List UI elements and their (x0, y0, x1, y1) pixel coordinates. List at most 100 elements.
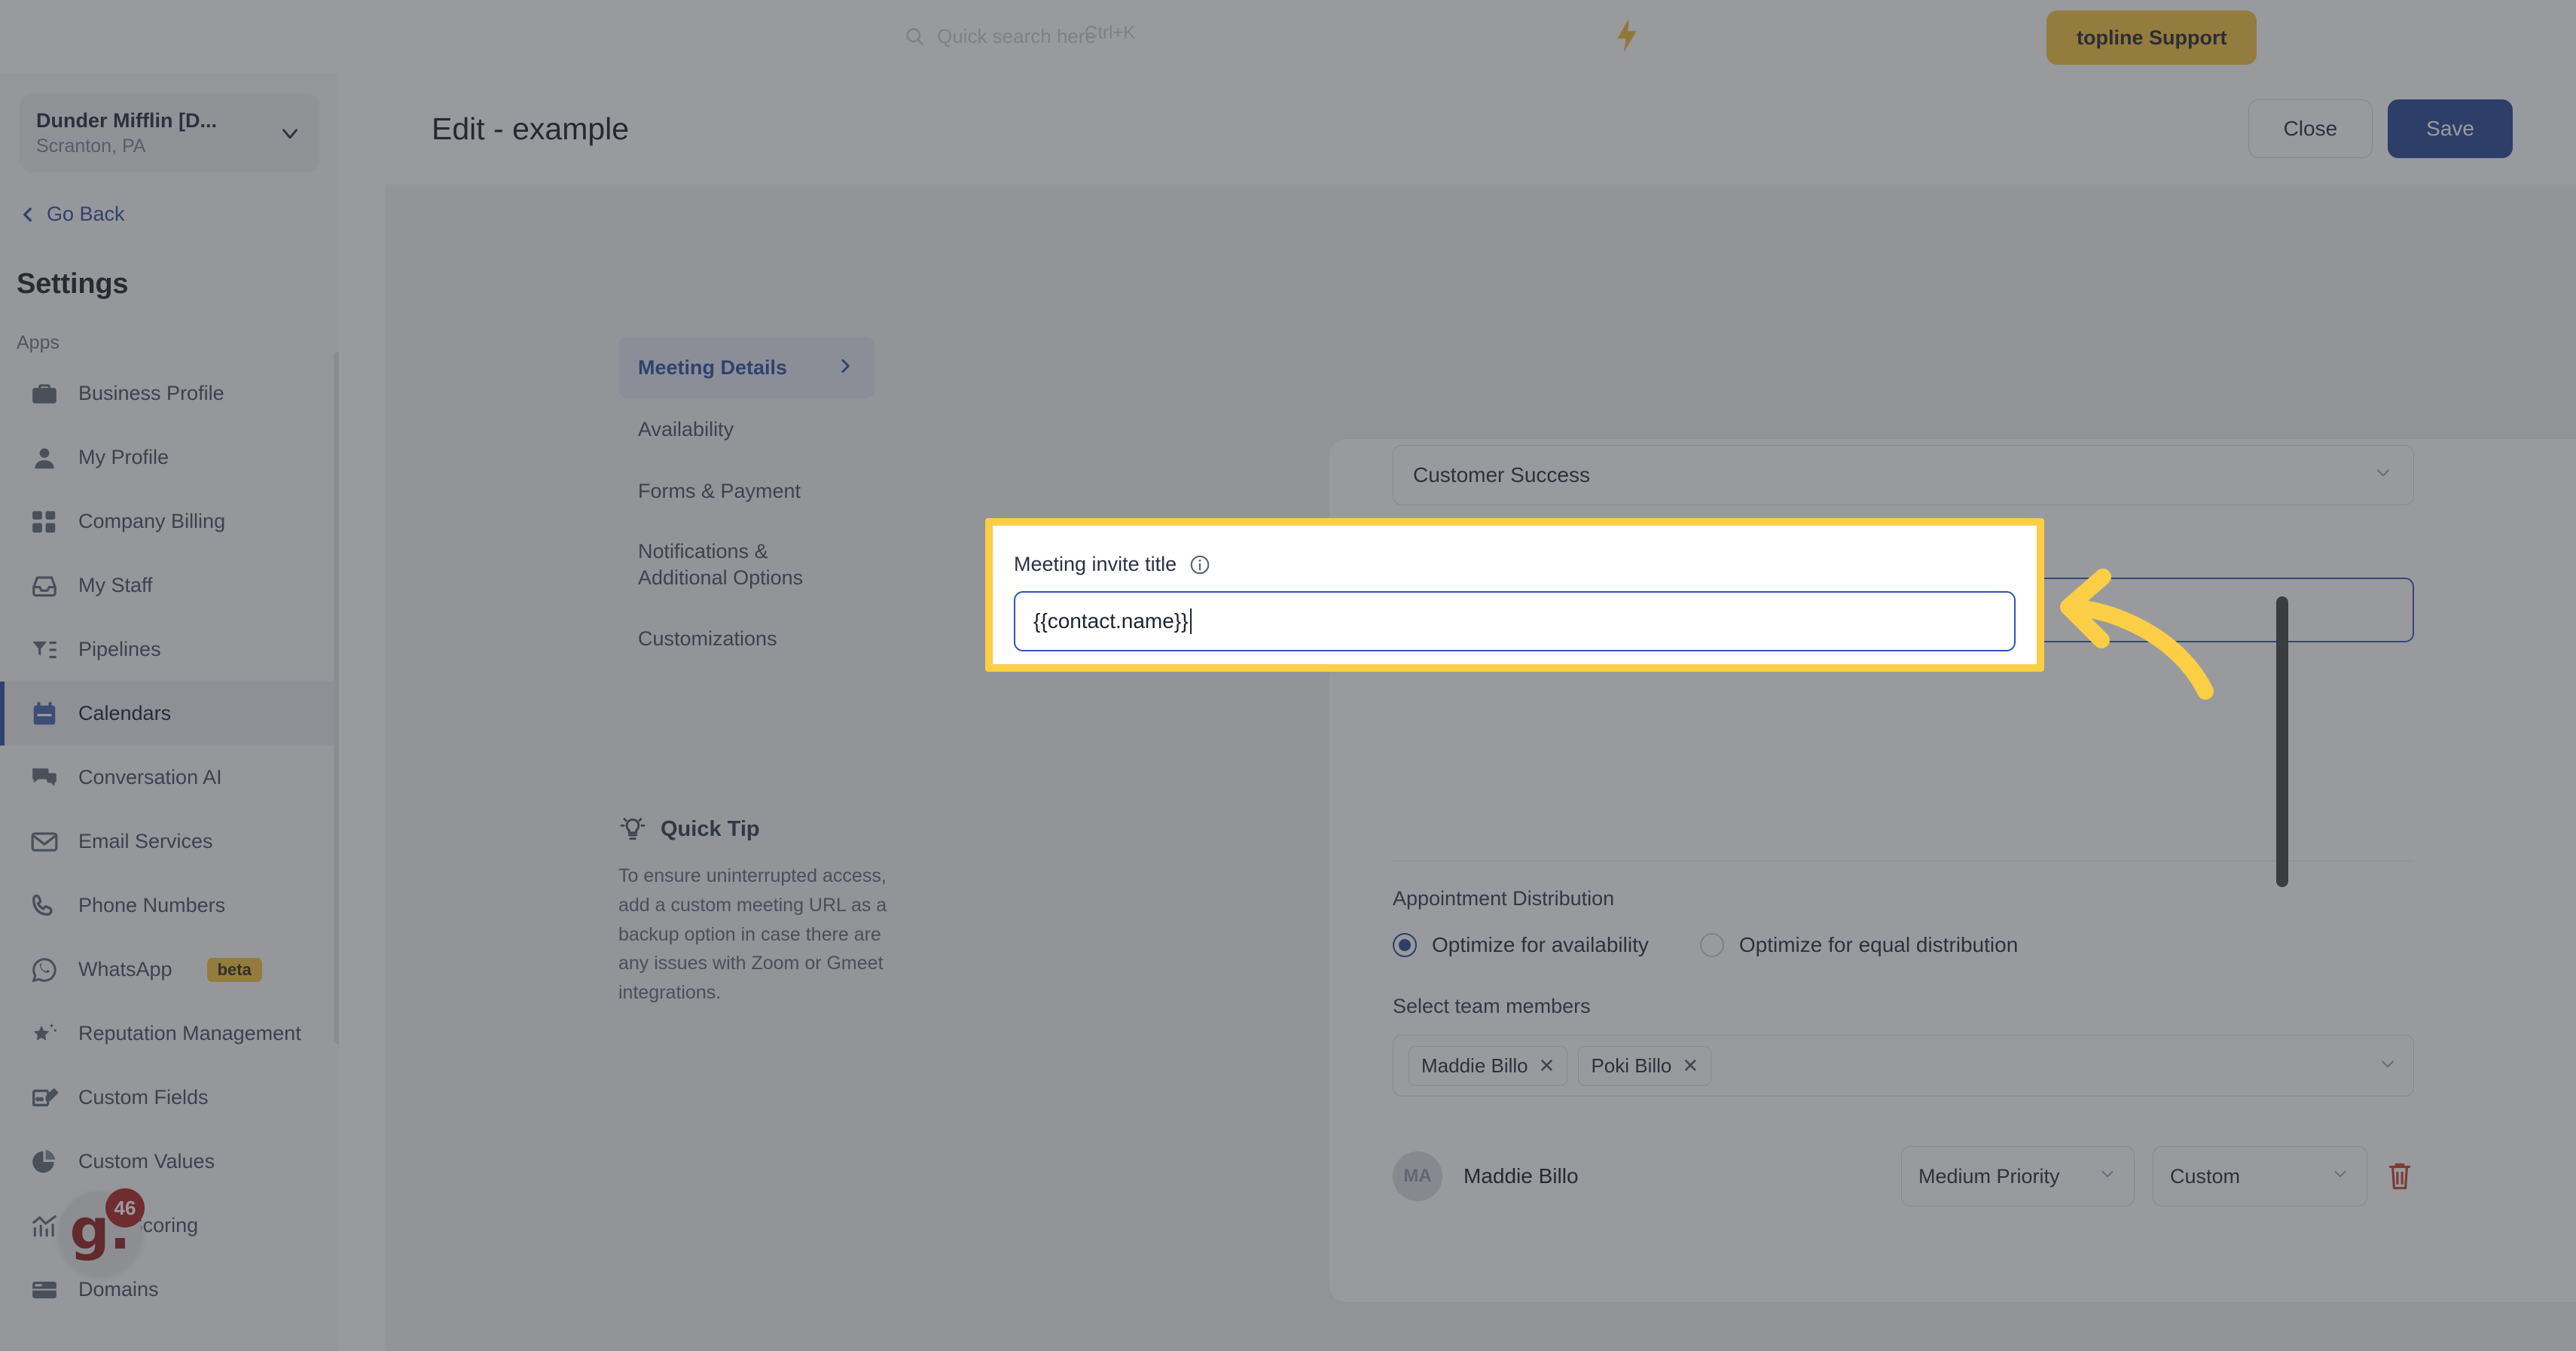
quick-search-input[interactable]: Quick search here (904, 18, 1431, 54)
tab-notifications-additional-options[interactable]: Notifications & Additional Options (618, 522, 874, 608)
meeting-location-value: Custom (2170, 1164, 2241, 1188)
lightbulb-icon (618, 815, 647, 843)
sidebar-item-calendars[interactable]: Calendars (0, 682, 339, 746)
tab-availability[interactable]: Availability (618, 398, 874, 460)
sidebar-item-label: Business Profile (78, 382, 224, 404)
radio-optimize-availability[interactable]: Optimize for availability (1393, 933, 1649, 957)
meeting-location-select[interactable]: Custom (2153, 1146, 2367, 1206)
team-members-select[interactable]: Maddie Billo ✕ Poki Billo ✕ (1393, 1035, 2414, 1096)
star-sparkle-icon (30, 1020, 59, 1048)
priority-value: Medium Priority (1918, 1164, 2060, 1188)
sidebar-item-my-staff[interactable]: My Staff (0, 554, 339, 618)
go-back-link[interactable]: Go Back (18, 203, 339, 226)
sidebar-item-lead-scoring[interactable]: Lead Scoring (0, 1194, 339, 1258)
tab-label: Forms & Payment (638, 479, 801, 502)
meeting-invite-title-label-row: Meeting invite title (1014, 553, 2016, 576)
meeting-invite-title-input[interactable]: {{contact.name}} (1014, 591, 2016, 651)
support-widget-launcher[interactable]: g. 46 (59, 1188, 145, 1274)
radio-optimize-equal-distribution[interactable]: Optimize for equal distribution (1699, 933, 2019, 957)
appointment-distribution-label: Appointment Distribution (1393, 887, 1615, 910)
person-icon (30, 444, 59, 472)
radio-dot (1699, 933, 1724, 957)
sidebar-item-label: Calendars (78, 702, 172, 724)
section-divider (1393, 861, 2414, 862)
close-icon[interactable]: ✕ (1682, 1056, 1699, 1075)
quick-tip-title: Quick Tip (661, 816, 760, 841)
location-switcher[interactable]: Dunder Mifflin [D... Scranton, PA (20, 93, 319, 172)
quick-tip: Quick Tip To ensure uninterrupted access… (618, 815, 897, 1008)
appointment-distribution-options: Optimize for availability Optimize for e… (1393, 933, 2576, 957)
save-button[interactable]: Save (2388, 99, 2513, 158)
sidebar-item-label: Conversation AI (78, 766, 222, 788)
form-scrollbar[interactable] (2276, 596, 2288, 887)
chevron-down-icon (277, 120, 303, 146)
avatar: MA (1393, 1151, 1442, 1201)
sidebar-item-business-profile[interactable]: Business Profile (0, 361, 339, 425)
status-badge: beta (206, 957, 262, 982)
whatsapp-icon (30, 956, 59, 984)
calculator-icon (30, 508, 59, 536)
location-name: Dunder Mifflin [D... (36, 108, 217, 132)
sidebar-item-my-profile[interactable]: My Profile (0, 425, 339, 489)
funnel-icon (30, 636, 59, 664)
sidebar-item-phone-numbers[interactable]: Phone Numbers (0, 874, 339, 938)
sidebar-item-label: Domains (78, 1278, 159, 1301)
go-back-label: Go Back (47, 203, 125, 225)
radio-dot (1393, 933, 1417, 957)
tag-label: Poki Billo (1591, 1054, 1672, 1077)
page-title: Settings (17, 268, 129, 300)
sidebar-item-label: My Staff (78, 574, 153, 596)
sidebar-item-reputation-management[interactable]: Reputation Management (0, 1002, 339, 1066)
tab-forms-payment[interactable]: Forms & Payment (618, 460, 874, 522)
pencil-card-icon (30, 1084, 59, 1112)
chevron-down-icon (2098, 1164, 2117, 1189)
close-icon[interactable]: ✕ (1539, 1056, 1555, 1075)
select-team-members-label: Select team members (1393, 995, 1591, 1017)
lightning-bolt-icon[interactable] (1614, 18, 1640, 53)
member-controls: Medium Priority Custom (1901, 1146, 2414, 1206)
group-select[interactable]: Customer Success (1393, 445, 2414, 505)
info-circle-icon[interactable] (1189, 554, 1211, 576)
edit-calendar-modal: Edit - example Close Save Meeting Detail… (385, 73, 2576, 1351)
inbox-icon (30, 572, 59, 600)
member-name: Maddie Billo (1463, 1164, 1579, 1188)
tab-label: Availability (638, 417, 734, 441)
top-bar: Quick search here Ctrl+K topline Support (0, 0, 2576, 73)
chevron-down-icon (2377, 1054, 2398, 1078)
sidebar-item-conversation-ai[interactable]: Conversation AI (0, 746, 339, 810)
tab-label: Notifications & Additional Options (638, 540, 804, 589)
sidebar-item-domains[interactable]: Domains (0, 1258, 339, 1322)
sidebar-item-custom-fields[interactable]: Custom Fields (0, 1066, 339, 1130)
tab-customizations[interactable]: Customizations (618, 608, 874, 669)
sidebar-scrollbar[interactable] (334, 352, 339, 1045)
browser-window-icon (30, 1276, 59, 1304)
topline-support-button[interactable]: topline Support (2046, 11, 2257, 65)
tab-meeting-details[interactable]: Meeting Details (618, 337, 874, 398)
chart-line-icon (30, 1212, 59, 1240)
chat-bubbles-icon (30, 764, 59, 792)
team-member-tag: Maddie Billo ✕ (1409, 1045, 1568, 1086)
text-caret (1189, 608, 1192, 634)
trash-icon[interactable] (2385, 1160, 2414, 1193)
sidebar-item-custom-values[interactable]: Custom Values (0, 1130, 339, 1194)
sidebar-item-label: Custom Fields (78, 1086, 209, 1109)
sidebar-item-label: Company Billing (78, 510, 226, 532)
table-row: MA Maddie Billo Medium Priority Custom (1393, 1146, 2414, 1206)
sidebar-item-email-services[interactable]: Email Services (0, 810, 339, 874)
quick-tip-header: Quick Tip (618, 815, 897, 843)
sidebar-item-pipelines[interactable]: Pipelines (0, 618, 339, 682)
modal-actions: Close Save (2248, 99, 2513, 158)
tag-label: Maddie Billo (1421, 1054, 1528, 1077)
sidebar-item-company-billing[interactable]: Company Billing (0, 489, 339, 554)
pie-chart-icon (30, 1148, 59, 1176)
tab-label: Customizations (638, 627, 777, 650)
close-button[interactable]: Close (2248, 99, 2373, 158)
radio-label: Optimize for equal distribution (1738, 933, 2019, 956)
sidebar-item-label: Reputation Management (78, 1022, 301, 1045)
sidebar-item-whatsapp[interactable]: WhatsApp beta (0, 938, 339, 1002)
sidebar-item-label: WhatsApp (78, 958, 172, 980)
priority-select[interactable]: Medium Priority (1901, 1146, 2135, 1206)
meeting-invite-title-value: {{contact.name}} (1033, 609, 1189, 633)
chevron-down-icon (2330, 1164, 2350, 1189)
sidebar-item-label: Email Services (78, 830, 213, 852)
